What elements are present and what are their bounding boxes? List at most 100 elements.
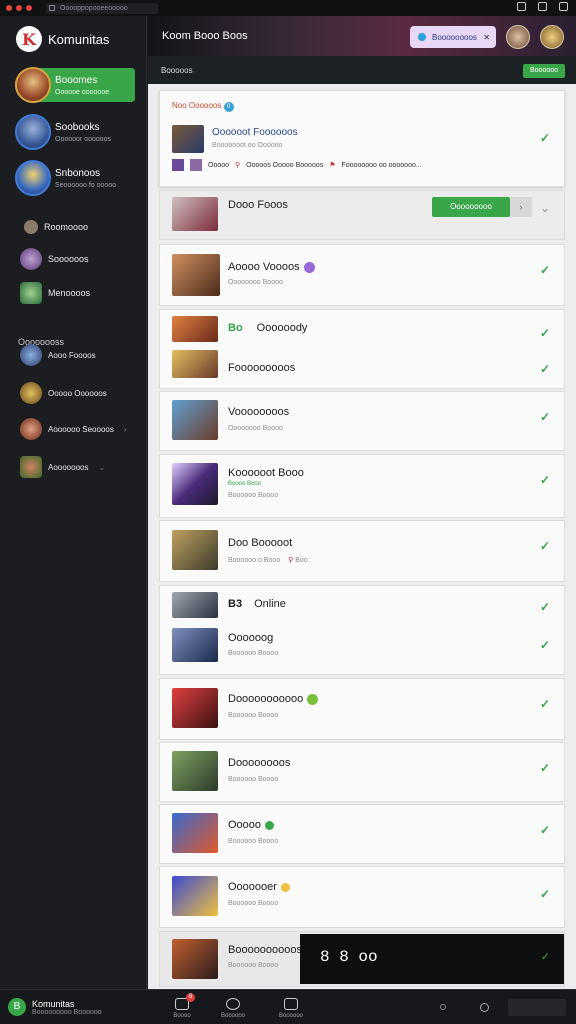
item-thumbnail xyxy=(172,751,218,791)
settings-icon[interactable] xyxy=(440,1004,446,1010)
list-item[interactable]: Voooooooos Oooooooo Boooo ✓ xyxy=(159,391,565,451)
item-title: Ooooo xyxy=(228,819,262,831)
avatar xyxy=(15,67,51,103)
check-icon: ✓ xyxy=(539,131,550,145)
item-thumbnail xyxy=(172,592,218,618)
item-title-row[interactable]: Bo Oooooody xyxy=(228,322,307,334)
list-item[interactable]: Koooooot Booo Boooo Booo Boooooo Boooo ✓ xyxy=(159,454,565,518)
item-title[interactable]: Fooooooooos xyxy=(228,362,295,374)
item-thumbnail xyxy=(172,463,218,505)
chevron-right-icon[interactable]: › xyxy=(124,425,127,434)
share-icon[interactable] xyxy=(517,2,526,11)
sidebar-item-label: Soooooos xyxy=(48,254,89,264)
item-meta: Boo xyxy=(295,557,308,564)
sidebar-item-label: Booomes xyxy=(55,74,98,86)
current-user[interactable]: B Komunitas Booooooooo Boooooo xyxy=(8,998,102,1016)
item-title[interactable]: Oooooog xyxy=(228,632,273,644)
shield-icon xyxy=(284,998,298,1010)
sidebar-item-snbonoos[interactable]: Snbonoos Seoooooo fo ooooo xyxy=(15,160,116,196)
avatar xyxy=(20,344,42,366)
featured-card[interactable]: Noo Oooooos 0 Oooooot Foooooos Booooooot… xyxy=(159,90,565,187)
thumb-icon xyxy=(172,159,184,171)
sidebar-item-books[interactable]: Soobooks Oooooor oooooos xyxy=(15,114,111,150)
subheader-button[interactable]: Boooooo xyxy=(523,64,565,78)
list-item[interactable]: Boooooooooos Boooooo Boooo 8 8 oo ✓ xyxy=(159,931,565,987)
list-item[interactable]: Dooooooooooo Boooooo Boooo ✓ xyxy=(159,678,565,740)
sidebar-item-roomoooo[interactable]: Roomoooo xyxy=(20,220,88,234)
tab-label: Boooooo xyxy=(278,1013,304,1019)
thumb-icon xyxy=(190,159,202,171)
zoom-dot-icon[interactable] xyxy=(26,5,32,11)
featured-meta-1: Ooooo xyxy=(208,161,230,169)
list-item-group: B3 Online ✓ Oooooog Boooooo Boooo ✓ xyxy=(159,585,565,675)
item-sub: Boooooo o Booo xyxy=(228,557,281,564)
avatar xyxy=(24,220,38,234)
tab-boooo[interactable]: 8 Boooo xyxy=(167,993,197,1019)
sidebar-item-sub: Oooooor oooooos xyxy=(55,135,112,143)
item-thumbnail xyxy=(172,939,218,979)
minimize-dot-icon[interactable] xyxy=(16,5,22,11)
sidebar-item-soooooos[interactable]: Soooooos xyxy=(20,248,89,270)
app-brand[interactable]: K Komunitas xyxy=(16,26,109,52)
sidebar-item-section-1[interactable]: Aooo Foooos xyxy=(20,344,96,366)
page-icon xyxy=(49,4,55,11)
item-prefix: B3 xyxy=(228,598,243,610)
featured-count-badge: 0 xyxy=(223,102,234,112)
sidebar-item-menoooos[interactable]: Menoooos xyxy=(20,282,90,304)
item-title-row: Ooooo xyxy=(228,819,275,831)
item-title: Koooooot Booo xyxy=(228,467,304,479)
item-action-button[interactable]: Ooooooooo xyxy=(432,197,510,217)
sidebar-item-home[interactable]: Booomes Oooooe ooooooe xyxy=(15,67,135,103)
close-icon[interactable]: ✕ xyxy=(483,33,490,42)
dropdown-chevron-icon[interactable]: › xyxy=(510,197,532,217)
list-item[interactable]: Doooooooos Boooooo Boooo ✓ xyxy=(159,742,565,802)
check-icon: ✓ xyxy=(539,887,550,901)
url-bar[interactable]: Ooooppopooeeooooo xyxy=(46,2,158,14)
check-icon: ✓ xyxy=(539,761,550,775)
tab-boooooo-2[interactable]: Boooooo xyxy=(276,998,306,1019)
url-text: Ooooppopooeeooooo xyxy=(60,4,128,12)
tab-label: Boooooo xyxy=(220,1013,246,1019)
item-sub: Boooooo Boooo xyxy=(228,838,279,845)
item-thumbnail xyxy=(172,628,218,662)
content-subheader: Booooos Boooooo xyxy=(148,56,576,84)
featured-meta-3: Foooooooo oo ooooooo... xyxy=(341,161,422,169)
tab-boooooo-1[interactable]: Boooooo xyxy=(218,998,248,1019)
extension-icon[interactable] xyxy=(538,2,547,11)
list-item[interactable]: Dooo Fooos Ooooooooo › ⌄ xyxy=(159,190,565,240)
chevron-down-icon[interactable]: ⌄ xyxy=(540,201,550,215)
check-icon: ✓ xyxy=(539,823,550,837)
user-avatar[interactable] xyxy=(506,25,530,49)
item-title-row[interactable]: B3 Online xyxy=(228,598,286,610)
chevron-down-icon[interactable]: ⌄ xyxy=(98,463,105,472)
sidebar-item-label: Soobooks xyxy=(55,121,100,133)
item-sub: Boooooo Boooo xyxy=(228,712,279,719)
list-item[interactable]: Doo Booooot Boooooo o Booo ⚲ Boo ✓ xyxy=(159,520,565,582)
close-dot-icon[interactable] xyxy=(6,5,12,11)
avatar xyxy=(20,382,42,404)
window-controls[interactable] xyxy=(6,5,32,11)
check-icon: ✓ xyxy=(539,697,550,711)
sidebar-item-section-2[interactable]: Ooooo Oooooos xyxy=(20,382,107,404)
media-overlay[interactable]: 8 8 oo ✓ xyxy=(300,934,564,984)
info-icon[interactable] xyxy=(480,1003,489,1012)
item-sub: Oooooooo Boooo xyxy=(228,279,283,286)
check-icon: ✓ xyxy=(539,263,550,277)
app-logo-icon: K xyxy=(16,26,42,52)
sidebar-item-section-4[interactable]: Aooooooos ⌄ xyxy=(20,456,105,478)
banner-action-button[interactable]: Boooooooos ✕ xyxy=(410,26,496,48)
list-item[interactable]: Ooooo Boooooo Boooo ✓ xyxy=(159,804,565,864)
item-title-row: Aoooo Voooos xyxy=(228,261,315,273)
list-item[interactable]: Ooooooer Boooooo Boooo ✓ xyxy=(159,866,565,928)
item-title: Online xyxy=(254,598,286,610)
bottom-action-button[interactable] xyxy=(508,999,566,1016)
featured-title: Oooooot Foooooos xyxy=(212,127,298,138)
list-item[interactable]: Aoooo Voooos Oooooooo Boooo ✓ xyxy=(159,244,565,306)
item-title-row: Dooooooooooo xyxy=(228,693,319,705)
item-thumbnail xyxy=(172,813,218,853)
sidebar-item-section-3[interactable]: Aoooooo Seoooos › xyxy=(20,418,127,440)
user-status: Booooooooo Boooooo xyxy=(32,1008,102,1016)
banner-action-label: Boooooooos xyxy=(432,32,477,42)
tabs-icon[interactable] xyxy=(559,2,568,11)
profile-avatar[interactable] xyxy=(540,25,564,49)
